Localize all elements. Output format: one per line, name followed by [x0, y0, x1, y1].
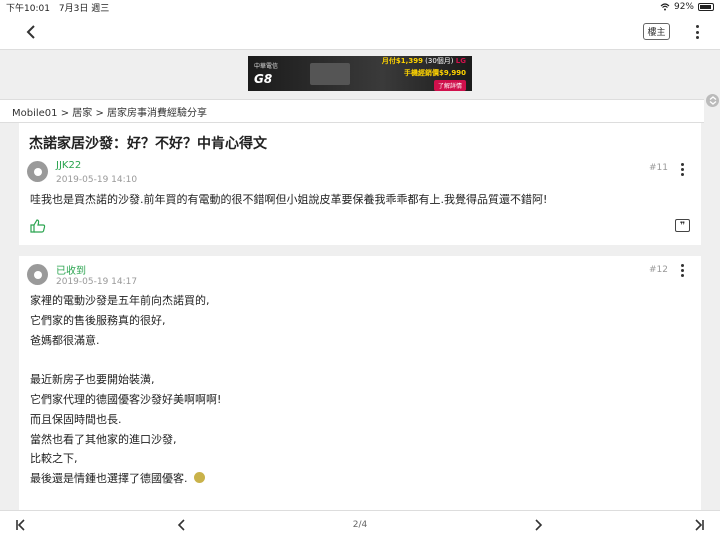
post-more-button[interactable]	[678, 263, 686, 277]
ad-line1-price: 月付$1,399	[381, 57, 423, 65]
wifi-icon	[660, 3, 670, 11]
post-line-with-emoji: 最後還是情鍾也選擇了德國優客.	[30, 469, 221, 489]
post-time: 2019-05-19 14:17	[56, 277, 138, 287]
post-author[interactable]: 已收到	[56, 262, 86, 277]
ad-right: 月付$1,399 (30個月) LG 手機經銷價$9,990 了解詳情	[382, 56, 466, 91]
dot-icon	[680, 162, 684, 166]
post-line: 最後還是情鍾也選擇了德國優客.	[30, 472, 188, 486]
status-bar: 下午10:01 7月3日 週三 92%	[0, 0, 720, 14]
ad-left: 中華電信 G8	[254, 61, 278, 86]
chevron-left-icon	[26, 25, 35, 39]
more-menu-button[interactable]	[690, 22, 704, 42]
post-line: 當然也看了其他家的進口沙發,	[30, 432, 177, 446]
breadcrumb[interactable]: Mobile01 > 居家 > 居家房事消費經驗分享	[0, 99, 704, 123]
post-line: 最近新房子也要開始裝潢,	[30, 373, 155, 387]
post-author[interactable]: JJK22	[56, 160, 81, 171]
post-floor[interactable]: #12	[649, 265, 668, 275]
chevron-right-icon	[535, 519, 543, 531]
next-page-button[interactable]	[529, 516, 547, 534]
post-more-button[interactable]	[678, 162, 686, 176]
page-indicator[interactable]: 2/4	[340, 520, 380, 530]
ad-line1-note: (30個月)	[425, 57, 454, 65]
emoji-icon	[193, 472, 205, 484]
top-bar: 樓主	[0, 14, 720, 50]
post-body: 哇我也是買杰諾的沙發.前年買的有電動的很不錯啊但小姐說皮革要保養我乖乖都有上.我…	[30, 190, 547, 210]
dot-icon	[680, 172, 684, 176]
thumbs-up-icon[interactable]	[30, 219, 46, 233]
dot-icon	[680, 268, 684, 272]
avatar[interactable]	[27, 161, 48, 182]
first-page-icon	[16, 519, 25, 531]
thread-title: 杰諾家居沙發：好？不好？中肯心得文	[29, 136, 267, 152]
ad-phone-image	[309, 62, 350, 85]
post-line-blank	[30, 350, 221, 370]
post-line: 爸媽都很滿意.	[30, 333, 100, 347]
post-line: 它們家的售後服務真的很好,	[30, 313, 166, 327]
first-page-button[interactable]	[12, 516, 30, 534]
dot-icon	[680, 273, 684, 277]
post-line: 它們家代理的德國優客沙發好美啊啊啊!	[30, 392, 222, 406]
last-page-button[interactable]	[690, 516, 708, 534]
battery-icon	[698, 3, 714, 11]
scroll-toggle-button[interactable]	[706, 94, 719, 107]
post-line: 比較之下,	[30, 452, 78, 466]
post-floor[interactable]: #11	[649, 163, 668, 173]
ad-model: G8	[254, 72, 273, 86]
chevron-left-icon	[177, 519, 185, 531]
status-right: 92%	[660, 2, 714, 12]
ad-line1: 月付$1,399 (30個月) LG	[382, 56, 466, 66]
post-line: 家裡的電動沙發是五年前向杰諾買的,	[30, 294, 210, 307]
battery-percent: 92%	[673, 2, 694, 12]
ad-brand: 中華電信	[254, 63, 279, 70]
chevron-up-down-icon	[709, 96, 716, 105]
status-time: 下午10:01 7月3日 週三	[6, 3, 110, 14]
dot-icon	[695, 36, 699, 39]
avatar[interactable]	[27, 264, 48, 285]
dot-icon	[695, 25, 699, 28]
dot-icon	[695, 30, 699, 34]
bottom-pagination-bar: 2/4	[0, 510, 720, 540]
post-line: 而且保固時間也長.	[30, 412, 122, 426]
ad-line2: 手機經銷價$9,990	[403, 69, 466, 77]
host-only-button[interactable]: 樓主	[643, 23, 670, 40]
post-body: 家裡的電動沙發是五年前向杰諾買的, 它們家的售後服務真的很好, 爸媽都很滿意. …	[30, 291, 221, 489]
ad-logo: LG	[455, 57, 466, 65]
post-time: 2019-05-19 14:10	[56, 175, 138, 185]
dot-icon	[680, 263, 684, 267]
dot-icon	[680, 167, 684, 171]
last-page-icon	[695, 519, 704, 531]
post-card: 已收到 2019-05-19 14:17 #12 家裡的電動沙發是五年前向杰諾買…	[19, 256, 701, 510]
post-line: 哇我也是買杰諾的沙發.前年買的有電動的很不錯啊但小姐說皮革要保養我乖乖都有上.我…	[30, 193, 548, 206]
ad-cta-button[interactable]: 了解詳情	[433, 80, 466, 91]
post-card: 杰諾家居沙發：好？不好？中肯心得文 JJK22 2019-05-19 14:10…	[19, 123, 701, 245]
quote-reply-button[interactable]: ❞	[675, 219, 690, 232]
back-button[interactable]	[20, 21, 42, 43]
prev-page-button[interactable]	[173, 516, 191, 534]
ad-banner[interactable]: 中華電信 G8 月付$1,399 (30個月) LG 手機經銷價$9,990 了…	[248, 56, 472, 91]
quote-icon: ❞	[679, 220, 686, 231]
